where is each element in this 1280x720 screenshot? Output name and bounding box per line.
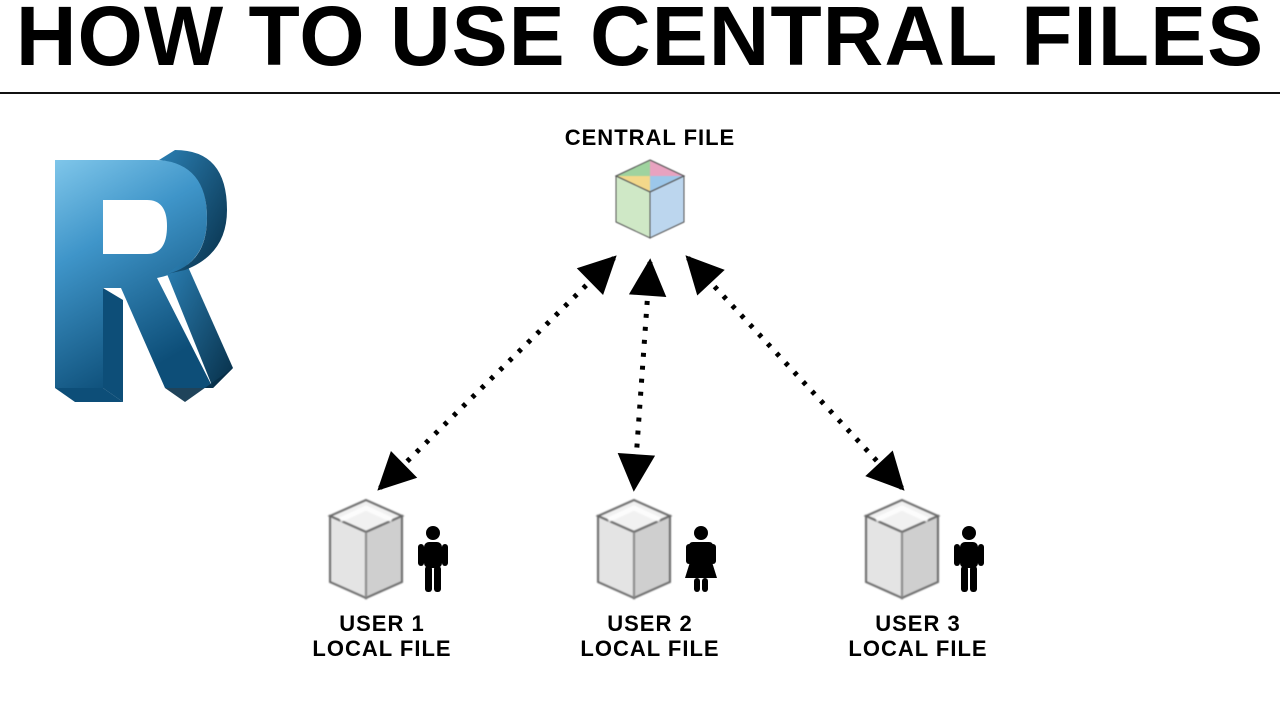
user-2-label: USER 2 LOCAL FILE — [530, 611, 770, 662]
title-divider — [0, 92, 1280, 94]
user-3-person-icon — [952, 524, 986, 594]
user-3-label: USER 3 LOCAL FILE — [798, 611, 1038, 662]
user-2-line1: USER 2 — [607, 611, 692, 636]
central-file-icon — [612, 158, 688, 242]
user-1-label: USER 1 LOCAL FILE — [262, 611, 502, 662]
user-2-person-icon — [684, 524, 718, 594]
local-file-3-icon — [862, 498, 942, 602]
user-3-line1: USER 3 — [875, 611, 960, 636]
central-file-label: CENTRAL FILE — [530, 125, 770, 150]
user-1-line2: LOCAL FILE — [262, 636, 502, 661]
user-1-line1: USER 1 — [339, 611, 424, 636]
page-title: HOW TO USE CENTRAL FILES — [0, 0, 1280, 85]
user-3-line2: LOCAL FILE — [798, 636, 1038, 661]
user-2-line2: LOCAL FILE — [530, 636, 770, 661]
local-file-2-icon — [594, 498, 674, 602]
revit-logo-icon — [35, 150, 235, 410]
user-1-person-icon — [416, 524, 450, 594]
diagram-stage: HOW TO USE CENTRAL FILES — [0, 0, 1280, 720]
local-file-1-icon — [326, 498, 406, 602]
